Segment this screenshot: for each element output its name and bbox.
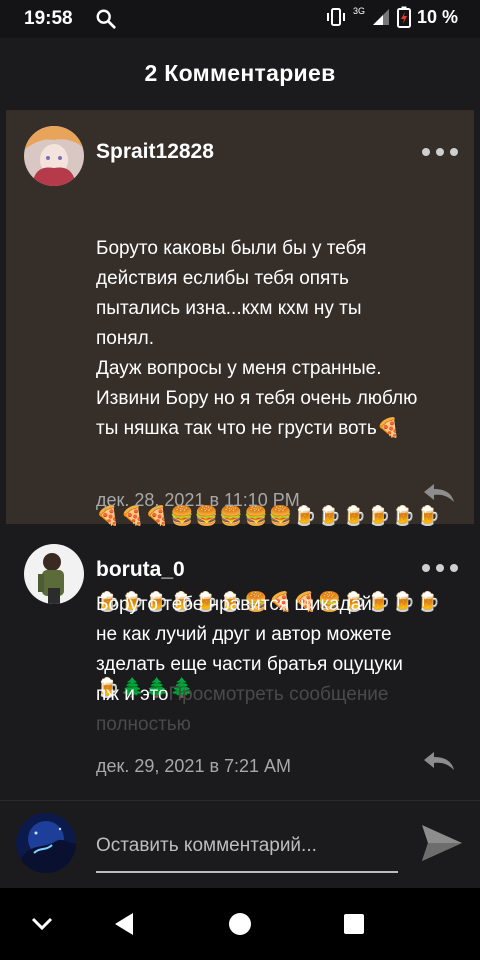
- user-avatar-image: [24, 126, 84, 186]
- battery-percent: 10 %: [416, 6, 458, 27]
- user-avatar-image: [24, 544, 84, 604]
- home-icon[interactable]: [222, 906, 258, 942]
- avatar: [16, 813, 76, 873]
- vibrate-icon: [326, 8, 345, 26]
- chevron-down-icon[interactable]: [24, 906, 60, 942]
- signal-icon: [372, 9, 389, 25]
- send-icon[interactable]: [420, 823, 464, 863]
- comment-input[interactable]: Оставить комментарий...: [96, 827, 398, 873]
- status-icons: 3G 10 %: [325, 6, 458, 28]
- avatar[interactable]: [24, 126, 84, 186]
- comment-text: Боруто каковы были бы у тебя действия ес…: [96, 238, 418, 439]
- comment-username[interactable]: Sprait12828: [96, 140, 214, 164]
- recents-icon[interactable]: [336, 906, 372, 942]
- own-avatar-image: [16, 813, 76, 873]
- more-options-icon[interactable]: [422, 142, 458, 162]
- page-title: 2 Комментариев: [144, 59, 336, 86]
- comment-body: Боруто тебе нравится шикадай не как лучи…: [96, 590, 468, 740]
- back-icon[interactable]: [106, 906, 142, 942]
- comment-username[interactable]: boruta_0: [96, 558, 185, 582]
- status-bar: 19:58 3G 10 %: [0, 0, 480, 38]
- comment-date: дек. 29, 2021 в 7:21 AM: [96, 756, 292, 776]
- network-type: 3G: [352, 6, 365, 16]
- comment-date: дек. 28, 2021 в 11:10 PM: [96, 490, 300, 510]
- status-time: 19:58: [24, 8, 73, 29]
- system-nav-bar: [0, 888, 480, 960]
- comment-item: Sprait12828 Боруто каковы были бы у тебя…: [6, 110, 474, 699]
- reply-icon[interactable]: [422, 750, 456, 772]
- comment-compose-bar: Оставить комментарий...: [0, 800, 480, 889]
- reply-icon[interactable]: [422, 482, 456, 504]
- more-options-icon[interactable]: [422, 558, 458, 578]
- page-header: 2 Комментариев: [0, 38, 480, 108]
- avatar[interactable]: [24, 544, 84, 604]
- comment-item: boruta_0 Боруто тебе нравится шикадай не…: [6, 530, 474, 798]
- battery-charging-icon: [396, 6, 411, 28]
- search-icon: [96, 9, 116, 29]
